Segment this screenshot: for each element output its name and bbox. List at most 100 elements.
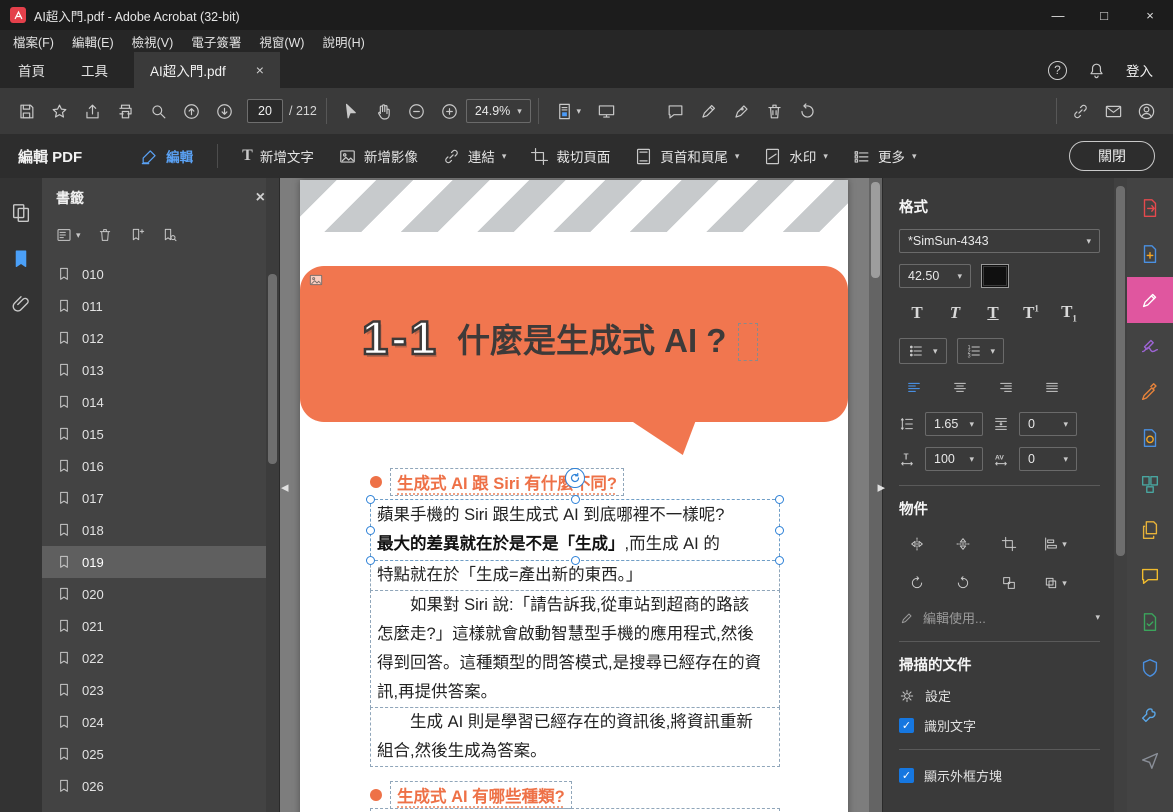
add-text-button[interactable]: T 新增文字	[242, 146, 314, 166]
comment-button[interactable]	[659, 95, 692, 127]
font-color-swatch[interactable]	[981, 264, 1009, 288]
tool-more-tools[interactable]	[1127, 691, 1173, 737]
save-button[interactable]	[10, 95, 43, 127]
presentation-mode-button[interactable]	[590, 95, 623, 127]
settings-button[interactable]: 設定	[899, 686, 1100, 705]
rotate-left-button[interactable]	[899, 569, 935, 597]
account-button[interactable]	[1130, 95, 1163, 127]
add-image-button[interactable]: 新增影像	[338, 146, 418, 166]
select-tool-button[interactable]	[334, 95, 367, 127]
bookmark-item[interactable]: 020	[42, 578, 266, 610]
arrange-objects-dropdown[interactable]: ▾	[1037, 569, 1073, 597]
page-display-dropdown[interactable]: ▾	[546, 95, 590, 127]
text-box[interactable]: 如果對 Siri 說:「請告訴我,從車站到超商的路該 怎麼走?」這樣就會啟動智慧…	[370, 590, 780, 708]
crop-object-button[interactable]	[991, 530, 1027, 558]
page-thumbnails-icon[interactable]	[10, 202, 32, 224]
help-icon[interactable]: ?	[1048, 61, 1067, 80]
tool-edit-pdf[interactable]	[1127, 277, 1173, 323]
crop-pages-button[interactable]: 裁切頁面	[530, 146, 610, 166]
bookmark-item[interactable]: 010	[42, 258, 266, 290]
bookmark-item[interactable]: 015	[42, 418, 266, 450]
document-scrollbar-thumb[interactable]	[871, 182, 880, 278]
page-number-input[interactable]	[247, 99, 283, 123]
maximize-button[interactable]: □	[1081, 0, 1127, 30]
collapse-panel-arrow[interactable]: ▸	[877, 478, 885, 496]
tab-tools[interactable]: 工具	[63, 52, 126, 88]
recognize-text-checkbox[interactable]: ✓ 識別文字	[899, 716, 1100, 735]
delete-button[interactable]	[758, 95, 791, 127]
format-panel-scrollbar-thumb[interactable]	[1116, 186, 1125, 556]
edit-using-button[interactable]: 編輯使用... ▾	[899, 608, 1100, 627]
tool-fill-sign[interactable]	[1127, 323, 1173, 369]
superscript-button[interactable]: T1	[1013, 299, 1049, 327]
tab-close-icon[interactable]: ×	[256, 62, 264, 78]
section-heading-2[interactable]: 生成式 AI 有哪些種類?	[370, 781, 780, 809]
rotate-pages-button[interactable]	[791, 95, 824, 127]
notifications-bell-icon[interactable]	[1087, 61, 1106, 80]
flip-horizontal-button[interactable]	[899, 530, 935, 558]
show-outline-boxes-checkbox[interactable]: ✓ 顯示外框方塊	[899, 766, 1100, 785]
collapse-bookmarks-arrow[interactable]: ◂	[281, 478, 289, 496]
replace-image-button[interactable]	[991, 569, 1027, 597]
bullet-list-dropdown[interactable]: ▾	[899, 338, 947, 364]
edit-mode-button[interactable]: 編輯	[140, 146, 193, 166]
hand-tool-button[interactable]	[367, 95, 400, 127]
delete-bookmark-icon[interactable]	[97, 227, 113, 243]
text-box[interactable]: 生成式 AI 的種類大致分為「文章生成 AI」、「圖	[370, 808, 780, 812]
selected-text-box[interactable]: 蘋果手機的 Siri 跟生成式 AI 到底哪裡不一樣呢? 最大的差異就在於是不是…	[370, 499, 780, 561]
previous-page-button[interactable]	[175, 95, 208, 127]
bookmark-item[interactable]: 016	[42, 450, 266, 482]
selection-handle-nw[interactable]	[366, 495, 375, 504]
highlight-button[interactable]	[692, 95, 725, 127]
find-current-bookmark-icon[interactable]	[161, 227, 177, 243]
align-center-button[interactable]	[945, 375, 975, 401]
tool-stamp[interactable]	[1127, 599, 1173, 645]
subscript-button[interactable]: T1	[1051, 299, 1087, 327]
font-size-dropdown[interactable]: 42.50▾	[899, 264, 971, 288]
bold-button[interactable]: T	[899, 299, 935, 327]
align-right-button[interactable]	[991, 375, 1021, 401]
minimize-button[interactable]: —	[1035, 0, 1081, 30]
tool-export-pdf[interactable]	[1127, 185, 1173, 231]
bookmarks-close-icon[interactable]: ×	[256, 189, 265, 207]
zoom-in-button[interactable]	[433, 95, 466, 127]
link-menu-button[interactable]: 連結▾	[442, 146, 507, 166]
bookmark-item[interactable]: 012	[42, 322, 266, 354]
tool-create-pdf[interactable]	[1127, 231, 1173, 277]
paragraph-spacing-dropdown[interactable]: 0▾	[1019, 412, 1077, 436]
chapter-title-bubble[interactable]: 1-1 什麼是生成式 AI ?	[300, 266, 848, 422]
attachments-icon[interactable]	[10, 294, 32, 316]
font-family-dropdown[interactable]: *SimSun-4343▾	[899, 229, 1100, 253]
header-footer-menu-button[interactable]: 頁首和頁尾▾	[634, 146, 739, 166]
line-spacing-dropdown[interactable]: 1.65▾	[925, 412, 983, 436]
menu-edit[interactable]: 編輯(E)	[63, 32, 123, 51]
rotate-right-button[interactable]	[945, 569, 981, 597]
bookmark-item[interactable]: 022	[42, 642, 266, 674]
bookmark-item[interactable]: 026	[42, 770, 266, 802]
link-button[interactable]	[1064, 95, 1097, 127]
menu-window[interactable]: 視窗(W)	[250, 32, 313, 51]
flip-vertical-button[interactable]	[945, 530, 981, 558]
text-box[interactable]: 生成 AI 則是學習已經存在的資訊後,將資訊重新 組合,然後生成為答案。	[370, 707, 780, 767]
menu-esign[interactable]: 電子簽署	[182, 32, 250, 51]
tool-draw[interactable]	[1127, 369, 1173, 415]
rotate-handle[interactable]	[565, 468, 585, 488]
align-justify-button[interactable]	[1037, 375, 1067, 401]
bookmark-item[interactable]: 017	[42, 482, 266, 514]
bookmark-item[interactable]: 011	[42, 290, 266, 322]
selection-handle-n[interactable]	[571, 495, 580, 504]
tab-document[interactable]: AI超入門.pdf ×	[134, 52, 280, 88]
selection-handle-sw[interactable]	[366, 556, 375, 565]
align-left-button[interactable]	[899, 375, 929, 401]
sign-button[interactable]	[725, 95, 758, 127]
tab-home[interactable]: 首頁	[0, 52, 63, 88]
tool-convert-pdf[interactable]	[1127, 415, 1173, 461]
bookmark-item[interactable]: 023	[42, 674, 266, 706]
align-objects-dropdown[interactable]: ▾	[1037, 530, 1073, 558]
bookmark-item[interactable]: 021	[42, 610, 266, 642]
zoom-level-dropdown[interactable]: 24.9%▾	[466, 99, 531, 123]
bookmark-options-dropdown[interactable]: ▾	[56, 227, 81, 243]
underline-button[interactable]: T	[975, 299, 1011, 327]
horizontal-scale-dropdown[interactable]: 100▾	[925, 447, 983, 471]
character-spacing-dropdown[interactable]: 0▾	[1019, 447, 1077, 471]
